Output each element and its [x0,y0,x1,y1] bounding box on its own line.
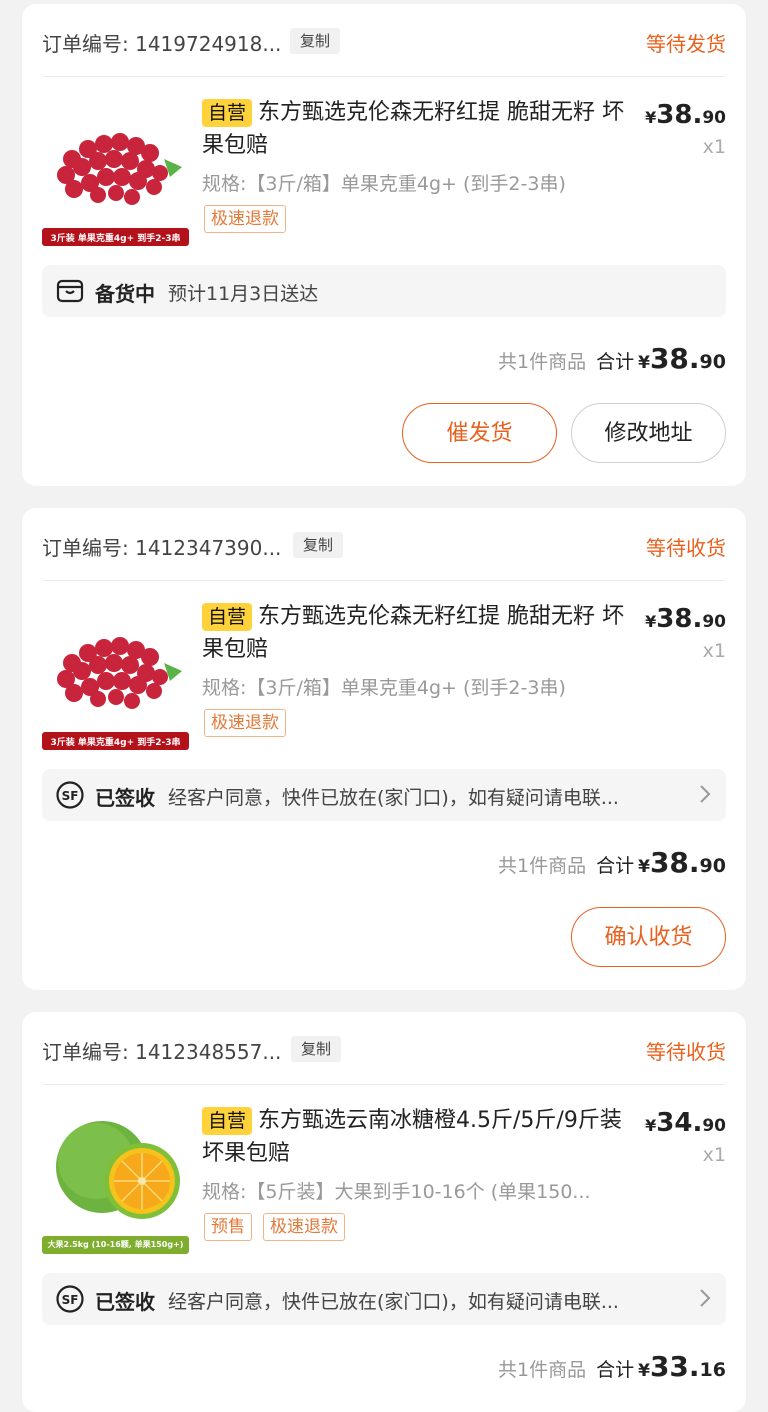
total-label: 合计 [596,351,635,373]
logistics-detail: 经客户同意，快件已放在(家门口)，如有疑问请电联... [168,1291,619,1313]
price-decimal: 90 [702,612,726,632]
product-title[interactable]: 自营 东方甄选克伦森无籽红提 脆甜无籽 坏果包赔 [202,600,632,666]
sf-express-icon: SF [56,781,84,809]
order-header: 订单编号: 1419724918... 复制 等待发货 [42,4,726,77]
modify-address-button[interactable]: 修改地址 [571,403,726,463]
item-count: 共1件商品 [497,351,587,373]
urge-shipment-button[interactable]: 催发货 [402,403,557,463]
total-amount: ¥38.90 [638,342,726,375]
product-title-text: 东方甄选克伦森无籽红提 脆甜无籽 坏果包赔 [202,100,625,158]
chevron-right-icon [700,1289,711,1307]
logistics-status: 备货中 [95,282,155,306]
product-image-caption: 3斤装 单果克重4g+ 到手2-3串 [50,234,181,244]
price-integer: 38. [656,100,703,130]
product-spec: 规格:【3斤/箱】单果克重4g+ (到手2-3串) [202,677,566,699]
total-label: 合计 [596,1359,635,1381]
product-title[interactable]: 自营 东方甄选云南冰糖橙4.5斤/5斤/9斤装 坏果包赔 [202,1104,632,1170]
logistics-bar[interactable]: 备货中 预计11月3日送达 [42,265,726,317]
total-currency: ¥ [638,857,650,877]
order-number: 订单编号: 1412348557... [42,1040,282,1064]
order-summary: 共1件商品 合计 ¥33.16 [498,1350,726,1383]
total-integer: 33. [649,1350,700,1383]
copy-order-number-button[interactable]: 复制 [293,532,344,558]
logistics-bar[interactable]: SF 已签收 经客户同意，快件已放在(家门口)，如有疑问请电联... [42,1273,726,1325]
price-decimal: 90 [702,1116,726,1136]
price-integer: 38. [656,604,703,634]
product-spec: 规格:【5斤装】大果到手10-16个 (单果150... [202,1181,591,1203]
total-amount: ¥33.16 [638,1350,726,1383]
logistics-bar[interactable]: SF 已签收 经客户同意，快件已放在(家门口)，如有疑问请电联... [42,769,726,821]
price-decimal: 90 [702,108,726,128]
grape-icon [42,637,189,750]
order-number: 订单编号: 1412347390... [42,536,282,560]
price-currency: ¥ [645,1116,657,1135]
presale-tag: 预售 [204,1213,252,1241]
product-image[interactable]: 3斤装 单果克重4g+ 到手2-3串 [42,99,189,246]
product-spec: 规格:【3斤/箱】单果克重4g+ (到手2-3串) [202,173,566,195]
total-label: 合计 [596,855,635,877]
total-currency: ¥ [638,1361,650,1381]
order-card[interactable]: 订单编号: 1412348557... 复制 等待收货 大果2.5kg (10-… [22,1012,746,1412]
product-quantity: x1 [702,136,726,158]
package-box-icon [56,279,84,303]
logistics-status: 已签收 [95,786,155,810]
order-header: 订单编号: 1412347390... 复制 等待收货 [42,508,726,581]
copy-order-number-button[interactable]: 复制 [290,28,341,54]
grape-icon [42,133,189,246]
total-decimal: 90 [699,855,726,877]
order-number: 订单编号: 1419724918... [42,32,282,56]
product-price: ¥34.90 [645,1108,726,1138]
total-integer: 38. [649,846,700,879]
order-summary: 共1件商品 合计 ¥38.90 [498,846,726,879]
confirm-receipt-button[interactable]: 确认收货 [571,907,726,967]
product-image-caption: 大果2.5kg (10-16颗, 单果150g+) [47,1240,184,1249]
product-quantity: x1 [702,1144,726,1166]
fast-refund-tag: 极速退款 [204,205,286,233]
order-summary: 共1件商品 合计 ¥38.90 [498,342,726,375]
product-price: ¥38.90 [645,100,726,130]
self-operated-tag: 自营 [202,603,253,631]
price-currency: ¥ [645,108,657,127]
price-integer: 34. [656,1108,703,1138]
total-amount: ¥38.90 [638,846,726,879]
product-title-text: 东方甄选克伦森无籽红提 脆甜无籽 坏果包赔 [202,604,625,662]
product-price: ¥38.90 [645,604,726,634]
total-decimal: 16 [699,1359,726,1381]
order-card[interactable]: 订单编号: 1419724918... 复制 等待发货 3斤装 单果克重4g+ … [22,4,746,486]
order-card[interactable]: 订单编号: 1412347390... 复制 等待收货 3斤装 单果克重4g+ … [22,508,746,990]
logistics-detail: 经客户同意，快件已放在(家门口)，如有疑问请电联... [168,787,619,809]
product-title-text: 东方甄选云南冰糖橙4.5斤/5斤/9斤装 坏果包赔 [202,1108,622,1166]
order-status: 等待发货 [646,32,726,56]
logistics-status: 已签收 [95,1290,155,1314]
sf-express-icon: SF [56,1285,84,1313]
copy-order-number-button[interactable]: 复制 [291,1036,342,1062]
orange-icon [42,1121,189,1254]
product-image-caption: 3斤装 单果克重4g+ 到手2-3串 [50,738,181,748]
self-operated-tag: 自营 [202,1107,253,1135]
item-count: 共1件商品 [497,855,587,877]
total-integer: 38. [649,342,700,375]
product-image[interactable]: 大果2.5kg (10-16颗, 单果150g+) [42,1107,189,1254]
fast-refund-tag: 极速退款 [204,709,286,737]
logistics-detail: 预计11月3日送达 [168,283,319,305]
chevron-right-icon [700,785,711,803]
total-currency: ¥ [638,353,650,373]
product-image[interactable]: 3斤装 单果克重4g+ 到手2-3串 [42,603,189,750]
self-operated-tag: 自营 [202,99,253,127]
order-header: 订单编号: 1412348557... 复制 等待收货 [42,1012,726,1085]
order-status: 等待收货 [646,1040,726,1064]
product-title[interactable]: 自营 东方甄选克伦森无籽红提 脆甜无籽 坏果包赔 [202,96,632,162]
product-quantity: x1 [702,640,726,662]
svg-text:SF: SF [62,1293,79,1307]
price-currency: ¥ [645,612,657,631]
total-decimal: 90 [699,351,726,373]
item-count: 共1件商品 [497,1359,587,1381]
svg-text:SF: SF [62,789,79,803]
order-status: 等待收货 [646,536,726,560]
fast-refund-tag: 极速退款 [263,1213,345,1241]
